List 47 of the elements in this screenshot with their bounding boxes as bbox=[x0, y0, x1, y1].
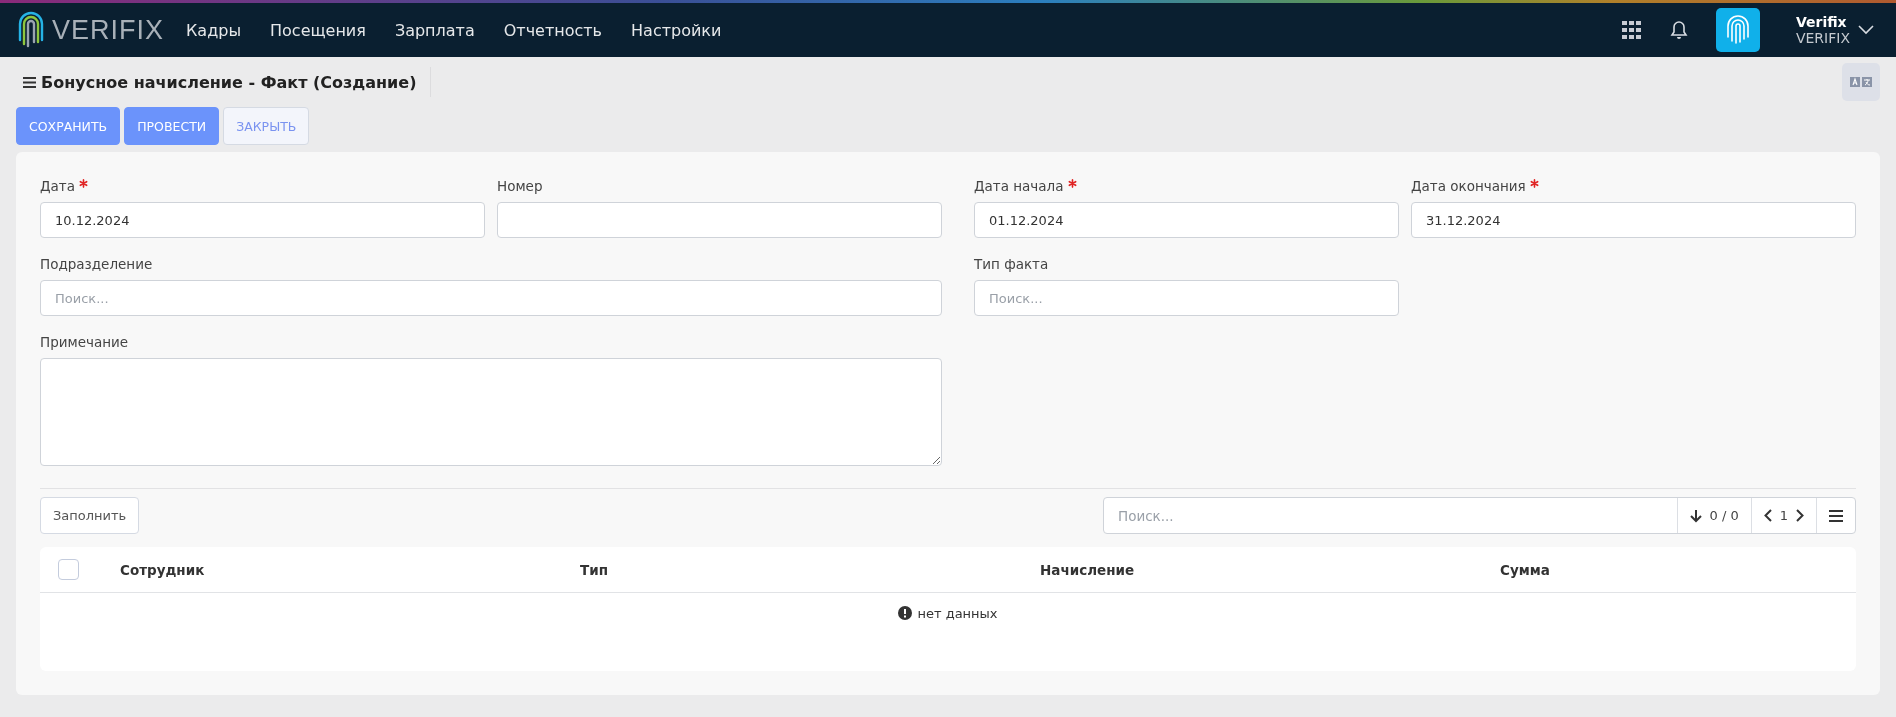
checkbox[interactable] bbox=[58, 559, 79, 580]
user-menu[interactable]: Verifix VERIFIX bbox=[1795, 14, 1874, 46]
row-counter: 0 / 0 bbox=[1709, 508, 1739, 523]
field-label: Дата bbox=[40, 178, 75, 194]
page-number: 1 bbox=[1779, 508, 1788, 523]
field-label: Примечание bbox=[40, 334, 129, 350]
arrow-down-icon[interactable] bbox=[1689, 508, 1702, 523]
nav-link[interactable]: Отчетность bbox=[503, 20, 603, 40]
nav-link[interactable]: Посещения bbox=[270, 20, 366, 40]
column-header: Начисление bbox=[1040, 561, 1135, 578]
field-label: Дата начала bbox=[974, 178, 1064, 194]
column-header: Сумма bbox=[1500, 561, 1550, 578]
logo-text: VERIFIX bbox=[52, 14, 165, 46]
search-field[interactable]: Поиск... bbox=[1104, 498, 1677, 533]
column-header: Тип bbox=[580, 561, 608, 578]
input-field[interactable]: 01.12.2024 bbox=[974, 202, 1399, 238]
field-label: Номер bbox=[497, 178, 543, 194]
bell-icon[interactable] bbox=[1669, 20, 1688, 40]
field-label: Тип факта bbox=[974, 256, 1049, 272]
input-field[interactable]: 31.12.2024 bbox=[1411, 202, 1856, 238]
user-name: Verifix bbox=[1795, 14, 1848, 30]
info-icon bbox=[898, 606, 913, 620]
chevron-left-icon[interactable] bbox=[1763, 509, 1772, 522]
menu-icon[interactable] bbox=[23, 76, 36, 88]
menu-icon[interactable] bbox=[1829, 509, 1843, 522]
nav-link[interactable]: Зарплата bbox=[394, 20, 475, 40]
field-label: Дата окончания bbox=[1411, 178, 1526, 194]
nav-link[interactable]: Кадры bbox=[186, 20, 241, 40]
apps-grid-icon[interactable] bbox=[1621, 21, 1642, 39]
input-field[interactable]: Поиск... bbox=[40, 280, 942, 316]
page-title: Бонусное начисление - Факт (Создание) bbox=[41, 72, 417, 92]
user-avatar[interactable] bbox=[1715, 8, 1760, 52]
field-label: Подразделение bbox=[40, 256, 153, 272]
column-header: Сотрудник bbox=[120, 561, 205, 578]
input-field[interactable]: 10.12.2024 bbox=[40, 202, 485, 238]
note-field[interactable] bbox=[40, 358, 942, 466]
input-field[interactable] bbox=[497, 202, 942, 238]
empty-message: нет данных bbox=[917, 606, 998, 621]
fill-button[interactable]: Заполнить bbox=[40, 497, 140, 534]
chevron-down-icon bbox=[1858, 25, 1874, 35]
input-field[interactable]: Поиск... bbox=[974, 280, 1399, 316]
company-name: VERIFIX bbox=[1795, 30, 1850, 46]
fingerprint-logo-icon bbox=[16, 10, 46, 50]
chevron-right-icon[interactable] bbox=[1796, 509, 1804, 522]
nav-link[interactable]: Настройки bbox=[631, 20, 722, 40]
translate-icon bbox=[1850, 76, 1872, 88]
search-bar[interactable]: Поиск... 0 / 0 1 bbox=[1103, 497, 1856, 534]
